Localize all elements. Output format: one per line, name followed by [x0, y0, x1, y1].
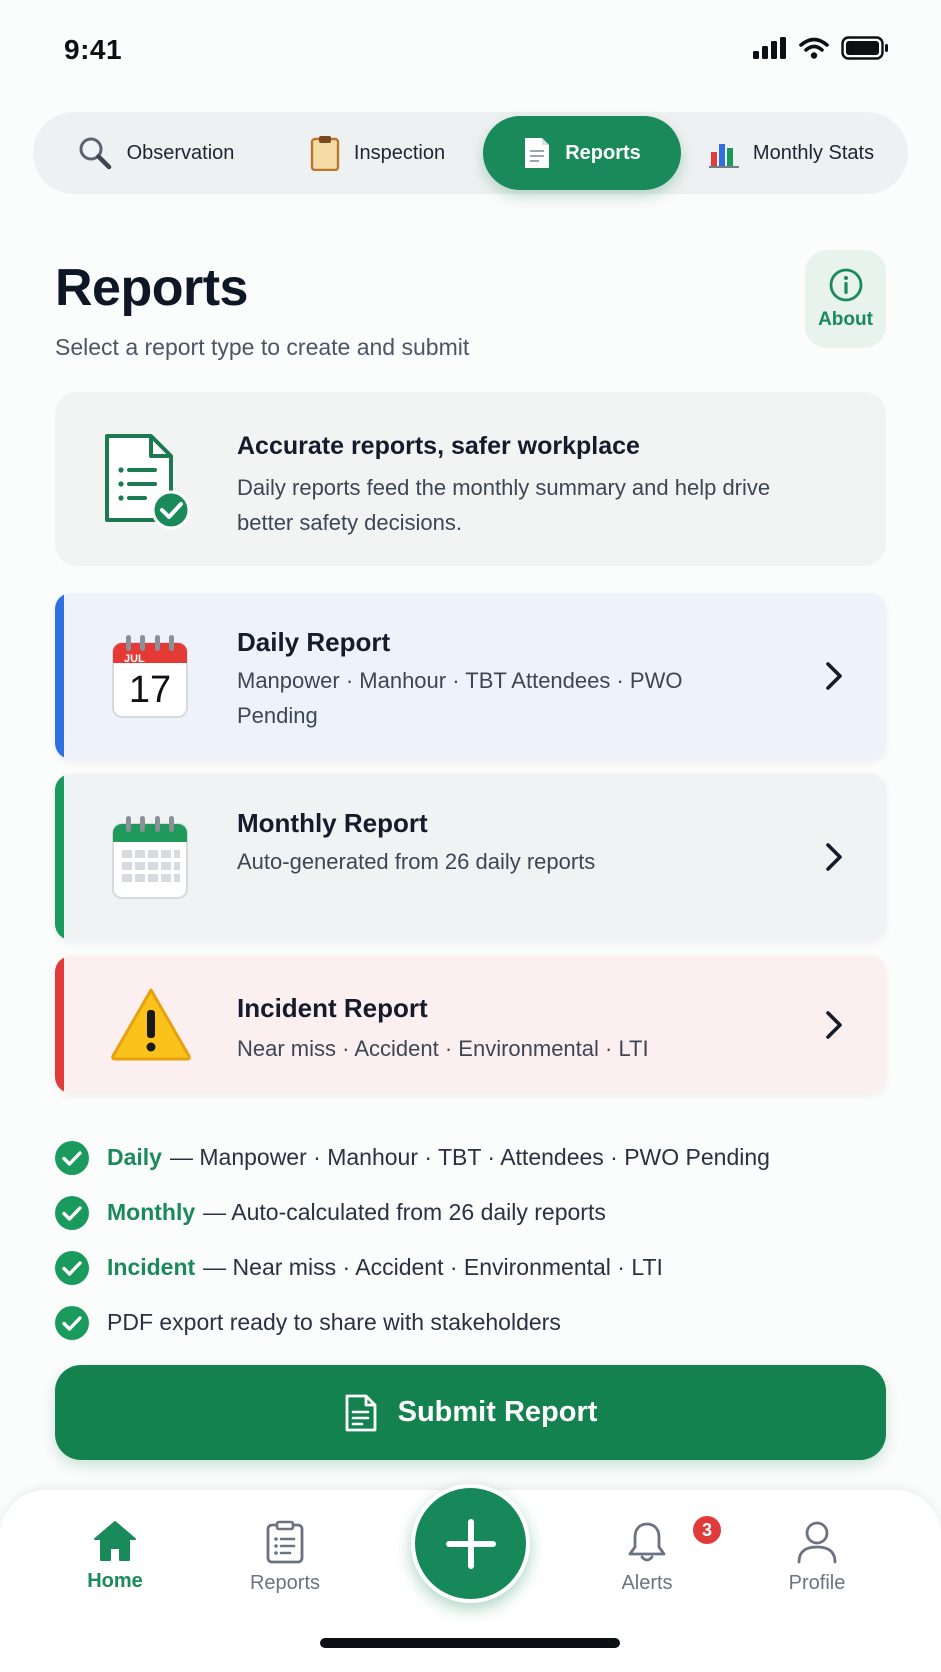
about-button[interactable]: About	[805, 250, 886, 348]
checklist-keyword: Monthly	[107, 1199, 196, 1225]
check-circle-icon	[55, 1250, 89, 1285]
status-time: 9:41	[64, 34, 123, 65]
monthly-report-card[interactable]: Monthly Report Auto-generated from 26 da…	[55, 774, 886, 940]
monthly-report-title: Monthly Report	[237, 808, 428, 838]
incident-accent-bar	[55, 956, 64, 1093]
checklist-text: — Near miss · Accident · Environmental ·…	[203, 1254, 663, 1280]
chevron-right-icon	[826, 843, 842, 871]
info-banner-title: Accurate reports, safer workplace	[237, 432, 640, 460]
status-icons	[753, 36, 889, 60]
checklist-item: Daily — Manpower · Manhour · TBT · Atten…	[55, 1130, 915, 1185]
bell-icon	[628, 1522, 666, 1562]
feature-checklist: Daily — Manpower · Manhour · TBT · Atten…	[55, 1130, 915, 1350]
info-banner: Accurate reports, safer workplace Daily …	[55, 392, 886, 566]
monthly-accent-bar	[55, 774, 64, 940]
tab-reports[interactable]: Reports	[483, 116, 681, 190]
chevron-right-icon	[826, 1011, 842, 1039]
submit-report-label: Submit Report	[397, 1396, 598, 1428]
checklist-item: PDF export ready to share with stakehold…	[55, 1295, 915, 1350]
tab-monthly-stats[interactable]: Monthly Stats	[681, 116, 902, 190]
status-bar: 9:41	[0, 0, 941, 100]
submit-report-button[interactable]: Submit Report	[55, 1365, 886, 1460]
tab-monthly-stats-label: Monthly Stats	[752, 141, 875, 164]
tab-observation[interactable]: Observation	[39, 116, 272, 190]
calendar-day-icon: JUL 17	[112, 635, 188, 718]
bell-wrapper: 3	[625, 1514, 723, 1564]
daily-report-description: Manpower · Manhour · TBT Attendees · PWO…	[237, 668, 683, 728]
info-circle-icon	[829, 268, 862, 302]
tab-observation-label: Observation	[126, 141, 235, 164]
calendar-month-icon	[112, 816, 188, 899]
check-circle-icon	[55, 1195, 89, 1230]
check-circle-icon	[55, 1140, 89, 1175]
document-icon	[525, 138, 550, 168]
battery-icon	[841, 36, 888, 60]
wifi-icon	[799, 37, 829, 59]
incident-report-title: Incident Report	[237, 993, 428, 1023]
calendar-day-text: 17	[129, 669, 171, 711]
document-check-icon	[105, 434, 191, 530]
tab-inspection[interactable]: Inspection	[272, 116, 483, 190]
check-circle-icon	[55, 1305, 89, 1340]
page-subtitle: Select a report type to create and submi…	[55, 334, 470, 360]
checklist-text: PDF export ready to share with stakehold…	[107, 1309, 561, 1335]
nav-reports[interactable]: Reports	[225, 1520, 345, 1595]
chevron-right-icon	[826, 662, 842, 690]
document-icon	[345, 1394, 377, 1431]
nav-home-label: Home	[87, 1570, 143, 1592]
clipboard-list-icon	[266, 1520, 304, 1564]
bar-chart-icon	[708, 144, 739, 168]
daily-accent-bar	[55, 593, 64, 759]
checklist-keyword: Incident	[107, 1254, 196, 1280]
checklist-keyword: Daily	[107, 1144, 162, 1170]
daily-report-title: Daily Report	[237, 627, 391, 657]
home-indicator	[320, 1638, 620, 1648]
tab-reports-label: Reports	[565, 141, 641, 164]
calendar-month-text: JUL	[124, 653, 145, 665]
add-button[interactable]	[411, 1484, 530, 1603]
cellular-signal-icon	[753, 37, 786, 59]
checklist-item: Incident — Near miss · Accident · Enviro…	[55, 1240, 915, 1295]
home-icon	[94, 1521, 136, 1561]
nav-reports-label: Reports	[249, 1572, 321, 1594]
checklist-text: — Auto-calculated from 26 daily reports	[203, 1199, 606, 1225]
daily-report-card[interactable]: JUL 17 Daily Report Manpower · Manhour ·…	[55, 593, 886, 759]
info-banner-text: Daily reports feed the monthly summary a…	[237, 475, 771, 535]
plus-icon	[445, 1518, 496, 1569]
top-tab-bar: Observation Inspection Reports Monthly S…	[33, 112, 908, 194]
nav-alerts[interactable]: 3 Alerts	[587, 1514, 723, 1595]
nav-profile-label: Profile	[788, 1572, 846, 1594]
about-label: About	[818, 309, 873, 330]
nav-alerts-label: Alerts	[621, 1572, 673, 1594]
checklist-text: — Manpower · Manhour · TBT · Attendees ·…	[169, 1144, 770, 1170]
incident-report-card[interactable]: Incident Report Near miss · Accident · E…	[55, 956, 886, 1093]
warning-triangle-icon	[111, 988, 191, 1061]
clipboard-icon	[310, 136, 340, 171]
checklist-item: Monthly — Auto-calculated from 26 daily …	[55, 1185, 915, 1240]
magnifier-icon	[79, 137, 111, 170]
nav-profile[interactable]: Profile	[757, 1520, 877, 1595]
page-title: Reports	[55, 259, 248, 317]
tab-inspection-label: Inspection	[353, 141, 446, 164]
user-icon	[797, 1521, 837, 1564]
alerts-badge: 3	[691, 1514, 723, 1546]
incident-report-description: Near miss · Accident · Environmental · L…	[237, 1036, 649, 1061]
monthly-report-description: Auto-generated from 26 daily reports	[237, 849, 596, 874]
nav-home[interactable]: Home	[55, 1520, 175, 1593]
